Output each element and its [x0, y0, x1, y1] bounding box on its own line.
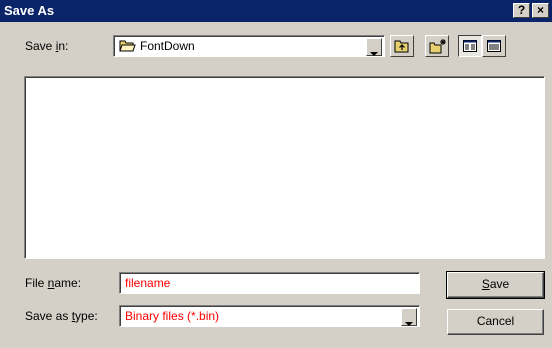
close-button[interactable]: × — [532, 3, 549, 18]
save-as-type-dropdown-button[interactable] — [401, 308, 417, 326]
create-new-folder-icon — [429, 38, 447, 57]
list-view-icon — [463, 40, 477, 55]
save-in-dropdown-button[interactable] — [366, 38, 382, 56]
save-in-value: FontDown — [140, 39, 195, 53]
chevron-down-icon — [405, 315, 413, 329]
cancel-button[interactable]: Cancel — [447, 309, 544, 335]
save-as-type-value: Binary files (*.bin) — [125, 309, 220, 323]
save-as-type-label: Save as type: — [25, 309, 98, 323]
save-button[interactable]: Save — [446, 271, 545, 299]
details-view-button[interactable] — [482, 35, 506, 57]
save-in-label: Save in: — [25, 39, 69, 53]
chevron-down-icon — [370, 45, 378, 59]
file-name-label: File name: — [25, 276, 82, 290]
list-view-button[interactable] — [458, 35, 482, 57]
window-title: Save As — [4, 3, 55, 18]
file-name-value: filename — [125, 276, 171, 290]
save-as-type-combo[interactable]: Binary files (*.bin) — [119, 305, 420, 327]
file-list[interactable] — [24, 76, 545, 259]
title-bar[interactable]: Save As ? × — [0, 0, 552, 22]
details-view-icon — [487, 40, 501, 55]
help-button[interactable]: ? — [513, 3, 530, 18]
save-as-dialog: Save As ? × Save in: FontDown File name:… — [0, 0, 552, 348]
save-in-combo[interactable]: FontDown — [113, 35, 385, 57]
folder-open-icon — [119, 38, 136, 56]
file-name-input[interactable]: filename — [119, 272, 420, 294]
up-one-level-button[interactable] — [390, 35, 414, 57]
create-new-folder-button[interactable] — [425, 35, 449, 57]
up-one-level-icon — [394, 39, 410, 56]
